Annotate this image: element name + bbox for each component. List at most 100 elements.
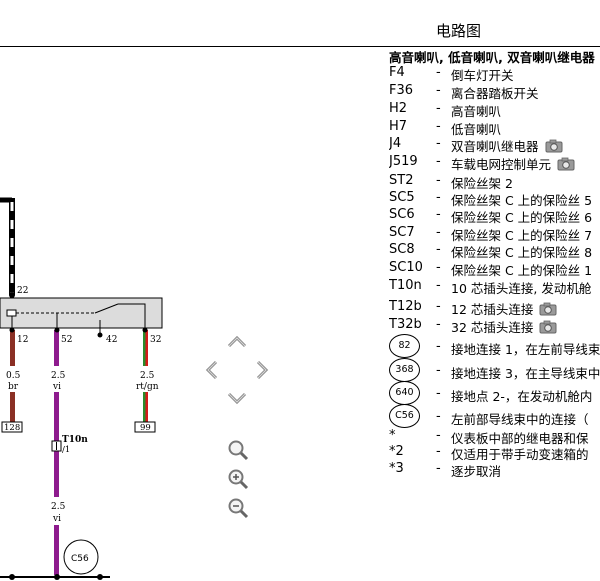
legend-item: T12b -12 芯插头连接 (389, 299, 600, 317)
splice-c56-label: C56 (71, 554, 89, 564)
legend-item-desc-text: 车载电网控制单元 (451, 157, 552, 172)
legend-item-desc: 左前部导线束中的连接（ (451, 409, 589, 428)
legend-item-dash: - (436, 299, 441, 314)
legend-item-desc: 接地连接 1，在左前导线束 (451, 339, 600, 358)
legend-item-dash: - (436, 444, 441, 459)
legend-item-code: SC10 (389, 260, 423, 275)
legend-item-dash: - (436, 260, 441, 275)
legend-item: 640 - 接地点 2-，在发动机舱内 (389, 381, 600, 405)
pin-52-label: 52 (61, 335, 72, 345)
junction-dot (9, 292, 15, 298)
legend-item-code: * (389, 428, 396, 443)
legend-item-desc: 接地点 2-，在发动机舱内 (451, 386, 592, 405)
legend-item-desc: 离合器踏板开关 (451, 83, 539, 102)
arrow-right-icon[interactable] (256, 360, 270, 380)
wire-brown-size: 0.5 (6, 371, 21, 381)
legend-item-desc-text: 接地连接 3，在主导线束中 (451, 366, 600, 381)
zoom-out-icon[interactable] (227, 497, 249, 519)
pin-42-label: 42 (106, 335, 117, 345)
wire-violet-color: vi (52, 382, 61, 392)
legend-item-desc: 双音喇叭继电器 (451, 136, 563, 155)
legend-item: SC7 - 保险丝架 C 上的保险丝 7 (389, 225, 600, 243)
legend-item-desc-text: 保险丝架 C 上的保险丝 7 (451, 228, 593, 243)
legend-item-dash: - (436, 173, 441, 188)
legend-item-desc: 接地连接 3，在主导线束中 (451, 363, 600, 382)
legend-item-desc-text: 12 芯插头连接 (451, 302, 534, 317)
legend-item-desc-text: 低音喇叭 (451, 122, 502, 137)
legend-item-dash: - (436, 207, 441, 222)
legend-item-desc: 高音喇叭 (451, 101, 501, 120)
legend-item-desc: 车载电网控制单元 (451, 154, 575, 173)
legend-item-dash: - (436, 242, 441, 257)
legend-item-desc-text: 保险丝架 C 上的保险丝 5 (451, 193, 593, 208)
camera-icon[interactable] (539, 320, 557, 334)
legend-item-desc: 逐步取消 (451, 461, 501, 477)
pin-32-label: 32 (150, 335, 161, 345)
zoom-reset-icon[interactable] (227, 439, 249, 461)
legend-item-code: F4 (389, 65, 405, 80)
arrow-left-icon[interactable] (204, 360, 218, 380)
legend-item-code: *3 (389, 461, 404, 476)
legend-item: J4 - 双音喇叭继电器 (389, 136, 600, 154)
legend-item-desc-text: 接地连接 1，在左前导线束 (451, 342, 600, 357)
legend-item-desc-text: 10 芯插头连接, 发动机舱 (451, 281, 592, 296)
legend-item-code: J519 (389, 154, 418, 169)
arrow-up-icon[interactable] (227, 334, 247, 348)
legend-item-desc-text: 离合器踏板开关 (451, 86, 539, 101)
legend-item: C56 - 左前部导线束中的连接（ (389, 404, 600, 428)
legend-item-desc-text: 保险丝架 C 上的保险丝 1 (451, 263, 593, 278)
legend-item: F36 - 离合器踏板开关 (389, 83, 600, 101)
camera-icon[interactable] (539, 302, 557, 316)
legend-item-desc: 倒车灯开关 (451, 65, 514, 84)
ref-99-label: 99 (140, 423, 151, 433)
legend-item-code: 640 (389, 381, 420, 405)
legend-item-code: J4 (389, 136, 402, 151)
arrow-down-icon[interactable] (227, 392, 247, 406)
page-title: 电路图 (436, 22, 482, 40)
legend-item-dash: - (436, 409, 441, 424)
wire-violet-lower-size: 2.5 (51, 502, 66, 512)
legend-item-code: ST2 (389, 173, 414, 188)
legend-item-desc-text: 32 芯插头连接 (451, 320, 534, 335)
legend-item-code: C56 (389, 404, 420, 428)
connector-t10n-pin: /1 (62, 445, 70, 455)
legend-item-code: H7 (389, 119, 408, 134)
camera-icon[interactable] (545, 139, 563, 153)
legend-item-desc: 保险丝架 C 上的保险丝 8 (451, 242, 592, 261)
legend-item-desc-text: 接地点 2-，在发动机舱内 (451, 389, 593, 404)
camera-icon[interactable] (557, 157, 575, 171)
legend-item-desc-text: 保险丝架 2 (451, 176, 513, 191)
legend-item: H2 - 高音喇叭 (389, 101, 600, 119)
legend-item: *2 - 仅适用于带手动变速箱的 (389, 444, 600, 462)
legend-item-code: 368 (389, 358, 420, 382)
legend-item-desc-text: 倒车灯开关 (451, 68, 514, 83)
legend-item: 368 - 接地连接 3，在主导线束中 (389, 358, 600, 382)
circuit-diagram: 22 12 52 42 32 0.5 br 128 2.5 vi T10n /1… (0, 197, 163, 580)
legend-item-dash: - (436, 101, 441, 116)
legend-item: SC6 - 保险丝架 C 上的保险丝 6 (389, 207, 600, 225)
legend-item: SC8 - 保险丝架 C 上的保险丝 8 (389, 242, 600, 260)
zoom-in-icon[interactable] (227, 468, 249, 490)
wire-top-left (0, 197, 15, 295)
legend-item-dash: - (436, 428, 441, 443)
legend-heading: 高音喇叭, 低音喇叭, 双音喇叭继电器 (389, 50, 595, 65)
legend-item-code: T32b (389, 317, 422, 332)
legend-item: *3 - 逐步取消 (389, 461, 600, 477)
pin-12-label: 12 (17, 335, 28, 345)
legend-item-dash: - (436, 339, 441, 354)
legend-item-dash: - (436, 119, 441, 134)
legend-item-code: T12b (389, 299, 422, 314)
wire-brown-color: br (8, 382, 19, 392)
legend-item-desc-text: 左前部导线束中的连接（ (451, 412, 589, 427)
legend-item-dash: - (436, 190, 441, 205)
legend-item-desc: 10 芯插头连接, 发动机舱 (451, 278, 591, 297)
legend-item: 82 - 接地连接 1，在左前导线束 (389, 334, 600, 358)
ref-128-label: 128 (4, 423, 20, 433)
wire-violet-lower-color: vi (52, 514, 61, 524)
legend-item-desc-text: 仅适用于带手动变速箱的 (451, 447, 589, 462)
legend-item-code: SC8 (389, 242, 415, 257)
legend-item-code: SC6 (389, 207, 415, 222)
legend-item-desc-text: 高音喇叭 (451, 104, 502, 119)
legend-item-dash: - (436, 136, 441, 151)
legend-item-dash: - (436, 461, 441, 476)
